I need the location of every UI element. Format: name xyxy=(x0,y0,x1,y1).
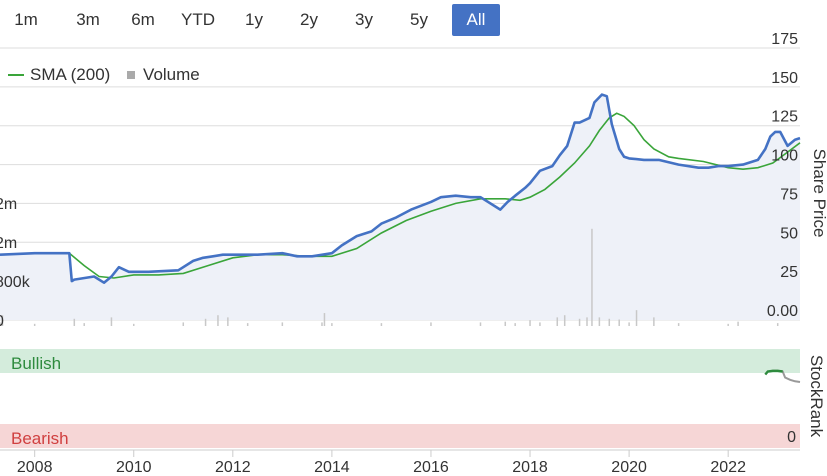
volume-bar xyxy=(246,323,249,326)
volume-bar xyxy=(608,318,611,326)
volume-bar xyxy=(323,313,326,326)
volume-bar xyxy=(727,323,729,326)
price-tick-label: 0.00 xyxy=(767,303,798,320)
volume-bar xyxy=(635,310,638,326)
bullish-label: Bullish xyxy=(11,354,61,373)
price-tick-label: 50 xyxy=(780,225,798,242)
bearish-band xyxy=(0,424,800,448)
volume-bar xyxy=(132,323,135,326)
legend-item-volume[interactable]: Volume xyxy=(127,65,200,85)
volume-bar xyxy=(598,317,601,326)
bullish-band xyxy=(0,349,800,373)
legend-volume-label: Volume xyxy=(143,64,200,84)
volume-bar xyxy=(182,322,185,326)
volume-bar xyxy=(504,321,507,326)
volume-tick-label: 2m xyxy=(0,235,17,252)
x-tick-label: 2012 xyxy=(215,459,251,476)
price-tick-label: 100 xyxy=(771,148,798,165)
x-tick-label: 2014 xyxy=(314,459,350,476)
volume-bar xyxy=(578,318,581,326)
sma-legend-swatch xyxy=(8,74,24,77)
x-tick-label: 2016 xyxy=(413,459,449,476)
stockrank-axis-title: StockRank xyxy=(807,355,826,438)
x-tick-label: 2020 xyxy=(611,459,647,476)
volume-bar xyxy=(737,321,739,326)
volume-bar xyxy=(514,323,516,326)
volume-tick-label: 0 xyxy=(0,313,4,330)
x-tick-label: 2022 xyxy=(710,459,746,476)
x-tick-label: 2010 xyxy=(116,459,152,476)
volume-bar xyxy=(556,317,559,326)
volume-bar xyxy=(586,317,588,326)
volume-bar xyxy=(227,317,229,326)
volume-bar xyxy=(321,322,323,326)
chart-legend: SMA (200) Volume xyxy=(8,64,212,86)
price-tick-label: 25 xyxy=(780,264,798,281)
volume-bar xyxy=(479,322,482,326)
price-tick-label: 175 xyxy=(771,31,798,48)
stockrank-zero-tick: 0 xyxy=(787,429,796,446)
price-tick-label: 125 xyxy=(771,109,798,126)
price-axis-title: Share Price xyxy=(810,149,827,238)
legend-item-sma[interactable]: SMA (200) xyxy=(8,65,110,85)
volume-bar xyxy=(73,318,76,326)
volume-bar xyxy=(331,323,333,326)
bearish-label: Bearish xyxy=(11,429,69,448)
volume-bar xyxy=(217,315,219,326)
legend-sma-label: SMA (200) xyxy=(30,64,111,84)
time-axis-ticks: 2008 2010 2012 2014 2016 2018 2020 2022 xyxy=(17,450,746,476)
volume-bar xyxy=(281,322,284,326)
volume-bar xyxy=(563,315,566,326)
x-tick-label: 2008 xyxy=(17,459,53,476)
volume-bar xyxy=(83,323,85,326)
volume-tick-label: 2m xyxy=(0,196,17,213)
volume-bar xyxy=(653,317,655,326)
volume-bar xyxy=(380,323,383,326)
volume-bar xyxy=(776,323,779,326)
volume-bar xyxy=(430,322,432,326)
volume-bar xyxy=(539,322,541,326)
volume-bar xyxy=(677,323,680,326)
volume-tick-label: 800k xyxy=(0,274,31,291)
x-tick-label: 2018 xyxy=(512,459,548,476)
volume-bar xyxy=(33,323,36,326)
volume-bar xyxy=(618,319,620,326)
price-area xyxy=(0,94,800,320)
price-tick-label: 75 xyxy=(780,186,798,203)
volume-bar xyxy=(529,320,531,326)
volume-bar xyxy=(591,228,593,326)
volume-bar xyxy=(628,322,630,326)
volume-legend-swatch xyxy=(127,71,136,80)
volume-bar xyxy=(110,317,113,326)
volume-bar xyxy=(204,318,207,326)
price-tick-label: 150 xyxy=(771,70,798,87)
